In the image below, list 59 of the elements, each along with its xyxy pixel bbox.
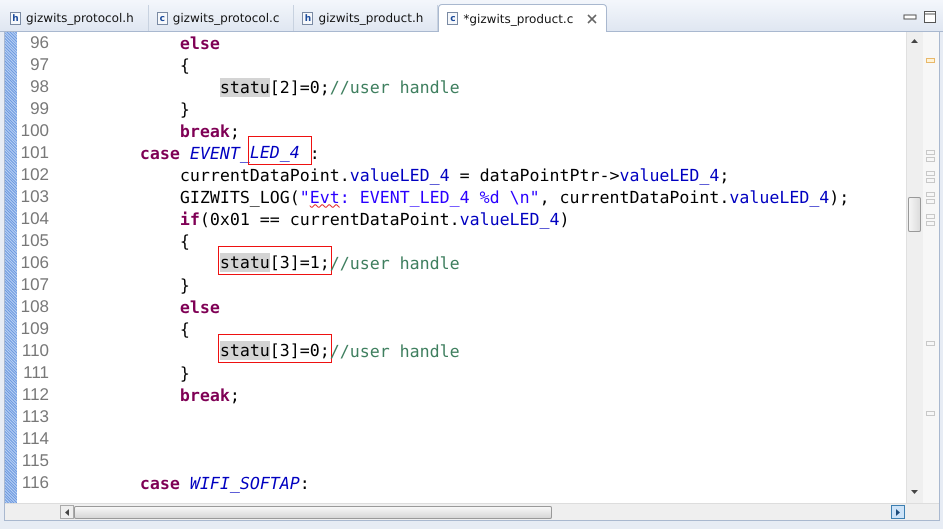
code-line: else	[180, 298, 220, 316]
file-icon: h	[302, 12, 314, 24]
left-arrow-icon	[65, 508, 69, 516]
line-number: 105	[20, 231, 50, 251]
line-number: 113	[20, 407, 50, 427]
scroll-right-button[interactable]	[891, 505, 905, 519]
code-line: {	[180, 232, 190, 250]
code-line: break;	[180, 122, 240, 140]
code-line: }	[180, 276, 190, 294]
line-number: 102	[20, 165, 50, 185]
boxed-code: statu[3]=0;	[218, 334, 332, 363]
line-number: 112	[20, 385, 50, 405]
code-line: case WIFI_SOFTAP:	[140, 474, 310, 492]
scrollbar-thumb[interactable]	[908, 197, 921, 232]
right-arrow-icon	[896, 508, 900, 516]
file-tab[interactable]: c *gizwits_product.c	[438, 4, 608, 32]
scroll-up-icon[interactable]	[910, 38, 919, 44]
line-number: 104	[20, 209, 50, 229]
code-line: currentDataPoint.valueLED_4 = dataPointPtr->valueLED_4;	[180, 166, 730, 184]
code-line: if(0x01 == currentDataPoint.valueLED_4)	[180, 210, 570, 228]
maximize-icon[interactable]	[923, 10, 937, 24]
close-icon[interactable]	[586, 12, 598, 24]
code-line: statu[2]=0;//user handle	[220, 78, 460, 96]
horizontal-scrollbar[interactable]	[5, 503, 939, 520]
code-line: else	[180, 34, 220, 52]
line-number: 115	[20, 451, 50, 471]
line-number: 101	[20, 143, 50, 163]
vertical-scrollbar[interactable]	[906, 32, 923, 503]
code-line: GIZWITS_LOG("Evt: EVENT_LED_4 %d \n", currentDataPoint.valueLED_4);	[180, 188, 850, 206]
boxed-code: LED_4	[248, 136, 312, 165]
scroll-down-icon[interactable]	[910, 489, 919, 495]
file-tab[interactable]: h gizwits_protocol.h	[2, 5, 149, 31]
line-number: 98	[29, 77, 50, 97]
line-number: 110	[20, 341, 50, 361]
boxed-code: statu[3]=1;	[218, 246, 332, 275]
file-tab[interactable]: c gizwits_protocol.c	[148, 5, 294, 31]
file-icon: c	[447, 12, 458, 25]
line-number: 114	[20, 429, 50, 449]
file-icon: c	[156, 12, 168, 24]
code-line: }	[180, 364, 190, 382]
line-number: 103	[20, 187, 50, 207]
line-number: 100	[20, 121, 50, 141]
code-line: {	[180, 56, 190, 74]
code-text: :	[310, 144, 320, 162]
line-number: 97	[29, 55, 50, 75]
line-number: 106	[20, 253, 50, 273]
line-number: 109	[20, 319, 50, 339]
code-line: }	[180, 100, 190, 118]
line-number: 111	[22, 363, 50, 383]
file-icon: h	[10, 12, 21, 24]
line-number: 107	[20, 275, 50, 295]
line-number: 99	[29, 99, 50, 119]
line-number: 116	[20, 473, 50, 493]
scrollbar-thumb[interactable]	[74, 506, 552, 518]
line-number: 96	[29, 33, 50, 53]
code-line: break;	[180, 386, 240, 404]
line-number: 108	[20, 297, 50, 317]
scroll-left-button[interactable]	[60, 505, 74, 519]
code-line: {	[180, 320, 190, 338]
